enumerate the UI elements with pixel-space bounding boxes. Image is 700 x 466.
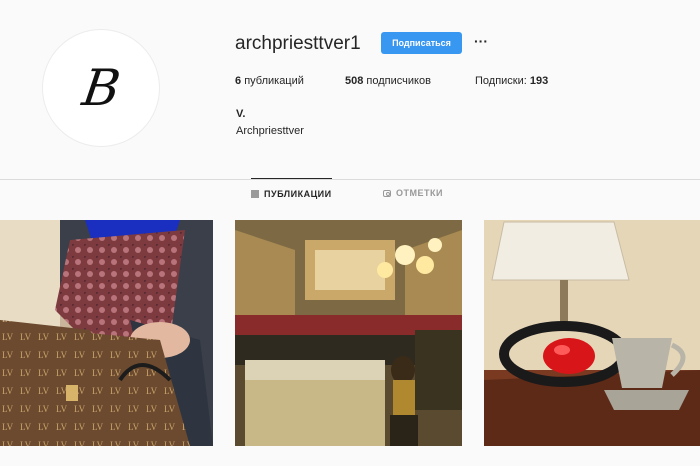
avatar-monogram: B	[78, 59, 124, 117]
posts-stat: 6 публикаций	[235, 75, 304, 87]
followers-stat[interactable]: 508 подписчиков	[345, 75, 431, 87]
post-thumbnail-2[interactable]	[235, 220, 462, 446]
tab-posts-label: ПУБЛИКАЦИИ	[264, 189, 332, 199]
following-label: Подписки:	[475, 75, 527, 87]
posts-count: 6	[235, 75, 242, 87]
tab-tagged-label: ОТМЕТКИ	[396, 188, 443, 198]
username: archpriesttver1	[235, 33, 361, 54]
following-stat[interactable]: Подписки: 193	[475, 75, 548, 87]
tag-icon	[383, 189, 391, 197]
post-thumbnail-1[interactable]: LV	[0, 220, 213, 446]
following-count: 193	[529, 75, 549, 87]
post-image-1: LV	[0, 220, 213, 446]
post-thumbnail-3[interactable]	[484, 220, 700, 446]
more-options-icon[interactable]: ···	[472, 31, 490, 51]
divider	[0, 179, 700, 180]
followers-label: подписчиков	[366, 75, 431, 87]
follow-button[interactable]: Подписаться	[381, 32, 462, 54]
avatar[interactable]: B	[42, 29, 160, 147]
post-image-3	[484, 220, 700, 446]
post-image-2	[235, 220, 462, 446]
tab-posts[interactable]: ПУБЛИКАЦИИ	[251, 178, 332, 209]
posts-label: публикаций	[244, 75, 304, 87]
full-name: V.	[236, 108, 246, 120]
tab-tagged[interactable]: ОТМЕТКИ	[383, 178, 443, 208]
bio: Archpriesttver	[236, 125, 304, 137]
followers-count: 508	[345, 75, 364, 87]
grid-icon	[251, 190, 259, 198]
